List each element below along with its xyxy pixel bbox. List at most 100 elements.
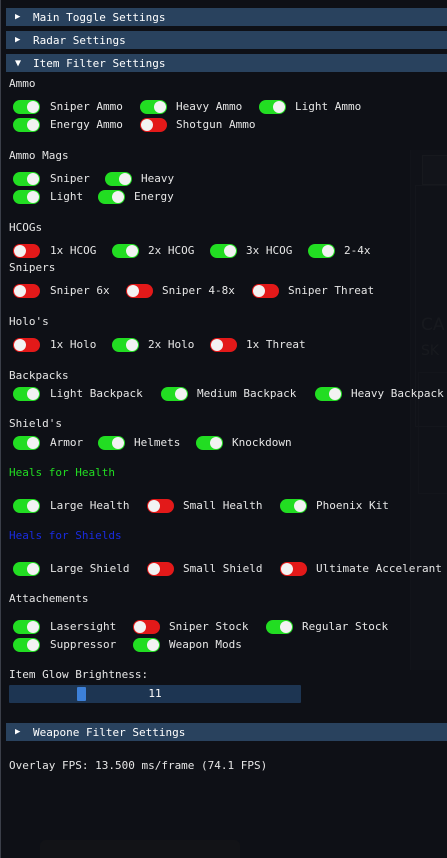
toggle-sniper-threat[interactable] — [252, 284, 279, 298]
toggle-label-hcog-1x: 1x HCOG — [50, 244, 97, 257]
weapon-filter-settings-header[interactable]: ▶ Weapone Filter Settings — [6, 723, 447, 741]
toggle-knob — [175, 388, 187, 400]
toggle-sniper-ammo[interactable] — [13, 100, 40, 114]
toggle-small-health[interactable] — [147, 499, 174, 513]
toggle-label-small-shield: Small Shield — [183, 562, 263, 575]
toggle-energy-ammo[interactable] — [13, 118, 40, 132]
toggle-label-holo-2x: 2x Holo — [148, 338, 195, 351]
toggle-light-ammo[interactable] — [259, 100, 286, 114]
toggle-hcog-2x[interactable] — [112, 244, 139, 258]
toggle-heavy-backpack[interactable] — [315, 387, 342, 401]
toggle-knob — [27, 119, 39, 131]
section-label-ammo: Ammo — [9, 77, 36, 90]
toggle-knob — [27, 621, 39, 633]
toggle-holo-1x[interactable] — [13, 338, 40, 352]
toggle-knob — [119, 173, 131, 185]
toggle-knob — [322, 245, 334, 257]
toggle-light-backpack[interactable] — [13, 387, 40, 401]
toggle-knob — [14, 245, 26, 257]
toggle-lasersight[interactable] — [13, 620, 40, 634]
toggle-hcog-1x[interactable] — [13, 244, 40, 258]
toggle-label-medium-backpack: Medium Backpack — [197, 387, 297, 400]
toggle-ultimate-accelerant[interactable] — [280, 562, 307, 576]
toggle-label-threat-1x: 1x Threat — [246, 338, 306, 351]
toggle-heavy-ammo[interactable] — [140, 100, 167, 114]
section-label-holos: Holo's — [9, 315, 49, 328]
toggle-label-hcog-2-4x: 2-4x — [344, 244, 371, 257]
toggle-knockdown[interactable] — [196, 436, 223, 450]
toggle-label-shotgun-ammo: Shotgun Ammo — [176, 118, 256, 131]
toggle-knob — [27, 563, 39, 575]
toggle-weapon-mods[interactable] — [133, 638, 160, 652]
toggle-threat-1x[interactable] — [210, 338, 237, 352]
toggle-knob — [281, 563, 293, 575]
toggle-hcog-3x[interactable] — [210, 244, 237, 258]
toggle-knob — [126, 339, 138, 351]
toggle-hcog-2-4x[interactable] — [308, 244, 335, 258]
radar-settings-header[interactable]: ▶ Radar Settings — [6, 31, 447, 49]
toggle-label-knockdown: Knockdown — [232, 436, 292, 449]
toggle-large-health[interactable] — [13, 499, 40, 513]
toggle-knob — [273, 101, 285, 113]
toggle-knob — [329, 388, 341, 400]
item-filter-settings-header[interactable]: ▼ Item Filter Settings — [6, 54, 447, 72]
toggle-phoenix-kit[interactable] — [280, 499, 307, 513]
toggle-mag-sniper[interactable] — [13, 172, 40, 186]
toggle-label-armor: Armor — [50, 436, 84, 449]
toggle-label-weapon-mods: Weapon Mods — [169, 638, 242, 651]
section-label-ammo-mags: Ammo Mags — [9, 149, 69, 162]
item-glow-brightness-slider[interactable]: 11 — [9, 685, 301, 703]
toggle-label-mag-sniper: Sniper — [50, 172, 90, 185]
toggle-label-regular-stock: Regular Stock — [302, 620, 389, 633]
header-label: Item Filter Settings — [33, 56, 166, 70]
toggle-label-lasersight: Lasersight — [50, 620, 117, 633]
collapsed-arrow-icon: ▶ — [15, 35, 21, 45]
toggle-knob — [27, 191, 39, 203]
toggle-small-shield[interactable] — [147, 562, 174, 576]
toggle-label-light-ammo: Light Ammo — [295, 100, 362, 113]
toggle-sniper-stock[interactable] — [133, 620, 160, 634]
toggle-sniper-6x[interactable] — [13, 284, 40, 298]
main-toggle-settings-header[interactable]: ▶ Main Toggle Settings — [6, 8, 447, 26]
toggle-knob — [27, 101, 39, 113]
toggle-mag-light[interactable] — [13, 190, 40, 204]
header-label: Main Toggle Settings — [33, 10, 166, 24]
toggle-knob — [27, 500, 39, 512]
toggle-label-mag-heavy: Heavy — [141, 172, 175, 185]
toggle-suppressor[interactable] — [13, 638, 40, 652]
toggle-knob — [148, 563, 160, 575]
section-label-backpacks: Backpacks — [9, 369, 69, 382]
toggle-label-hcog-3x: 3x HCOG — [246, 244, 293, 257]
toggle-label-sniper-4-8x: Sniper 4-8x — [162, 284, 235, 297]
toggle-shotgun-ammo[interactable] — [140, 118, 167, 132]
section-label-heals-shields: Heals for Shields — [9, 529, 122, 542]
toggle-knob — [253, 285, 265, 297]
toggle-knob — [14, 339, 26, 351]
section-label-heals-health: Heals for Health — [9, 466, 115, 479]
toggle-mag-heavy[interactable] — [105, 172, 132, 186]
toggle-knob — [127, 285, 139, 297]
toggle-medium-backpack[interactable] — [161, 387, 188, 401]
toggle-label-holo-1x: 1x Holo — [50, 338, 97, 351]
toggle-holo-2x[interactable] — [112, 338, 139, 352]
toggle-knob — [27, 388, 39, 400]
toggle-helmets[interactable] — [98, 436, 125, 450]
toggle-armor[interactable] — [13, 436, 40, 450]
section-label-hcogs: HCOGs — [9, 221, 43, 234]
toggle-regular-stock[interactable] — [266, 620, 293, 634]
toggle-label-hcog-2x: 2x HCOG — [148, 244, 195, 257]
toggle-knob — [147, 639, 159, 651]
toggle-sniper-4-8x[interactable] — [126, 284, 153, 298]
toggle-knob — [14, 285, 26, 297]
toggle-label-light-backpack: Light Backpack — [50, 387, 143, 400]
toggle-label-sniper-threat: Sniper Threat — [288, 284, 375, 297]
toggle-knob — [210, 437, 222, 449]
toggle-large-shield[interactable] — [13, 562, 40, 576]
collapsed-arrow-icon: ▶ — [15, 12, 21, 22]
section-label-shields: Shield's — [9, 417, 62, 430]
toggle-mag-energy[interactable] — [98, 190, 125, 204]
toggle-knob — [112, 191, 124, 203]
toggle-knob — [27, 173, 39, 185]
toggle-knob — [211, 339, 223, 351]
slider-label: Item Glow Brightness: — [9, 668, 149, 681]
